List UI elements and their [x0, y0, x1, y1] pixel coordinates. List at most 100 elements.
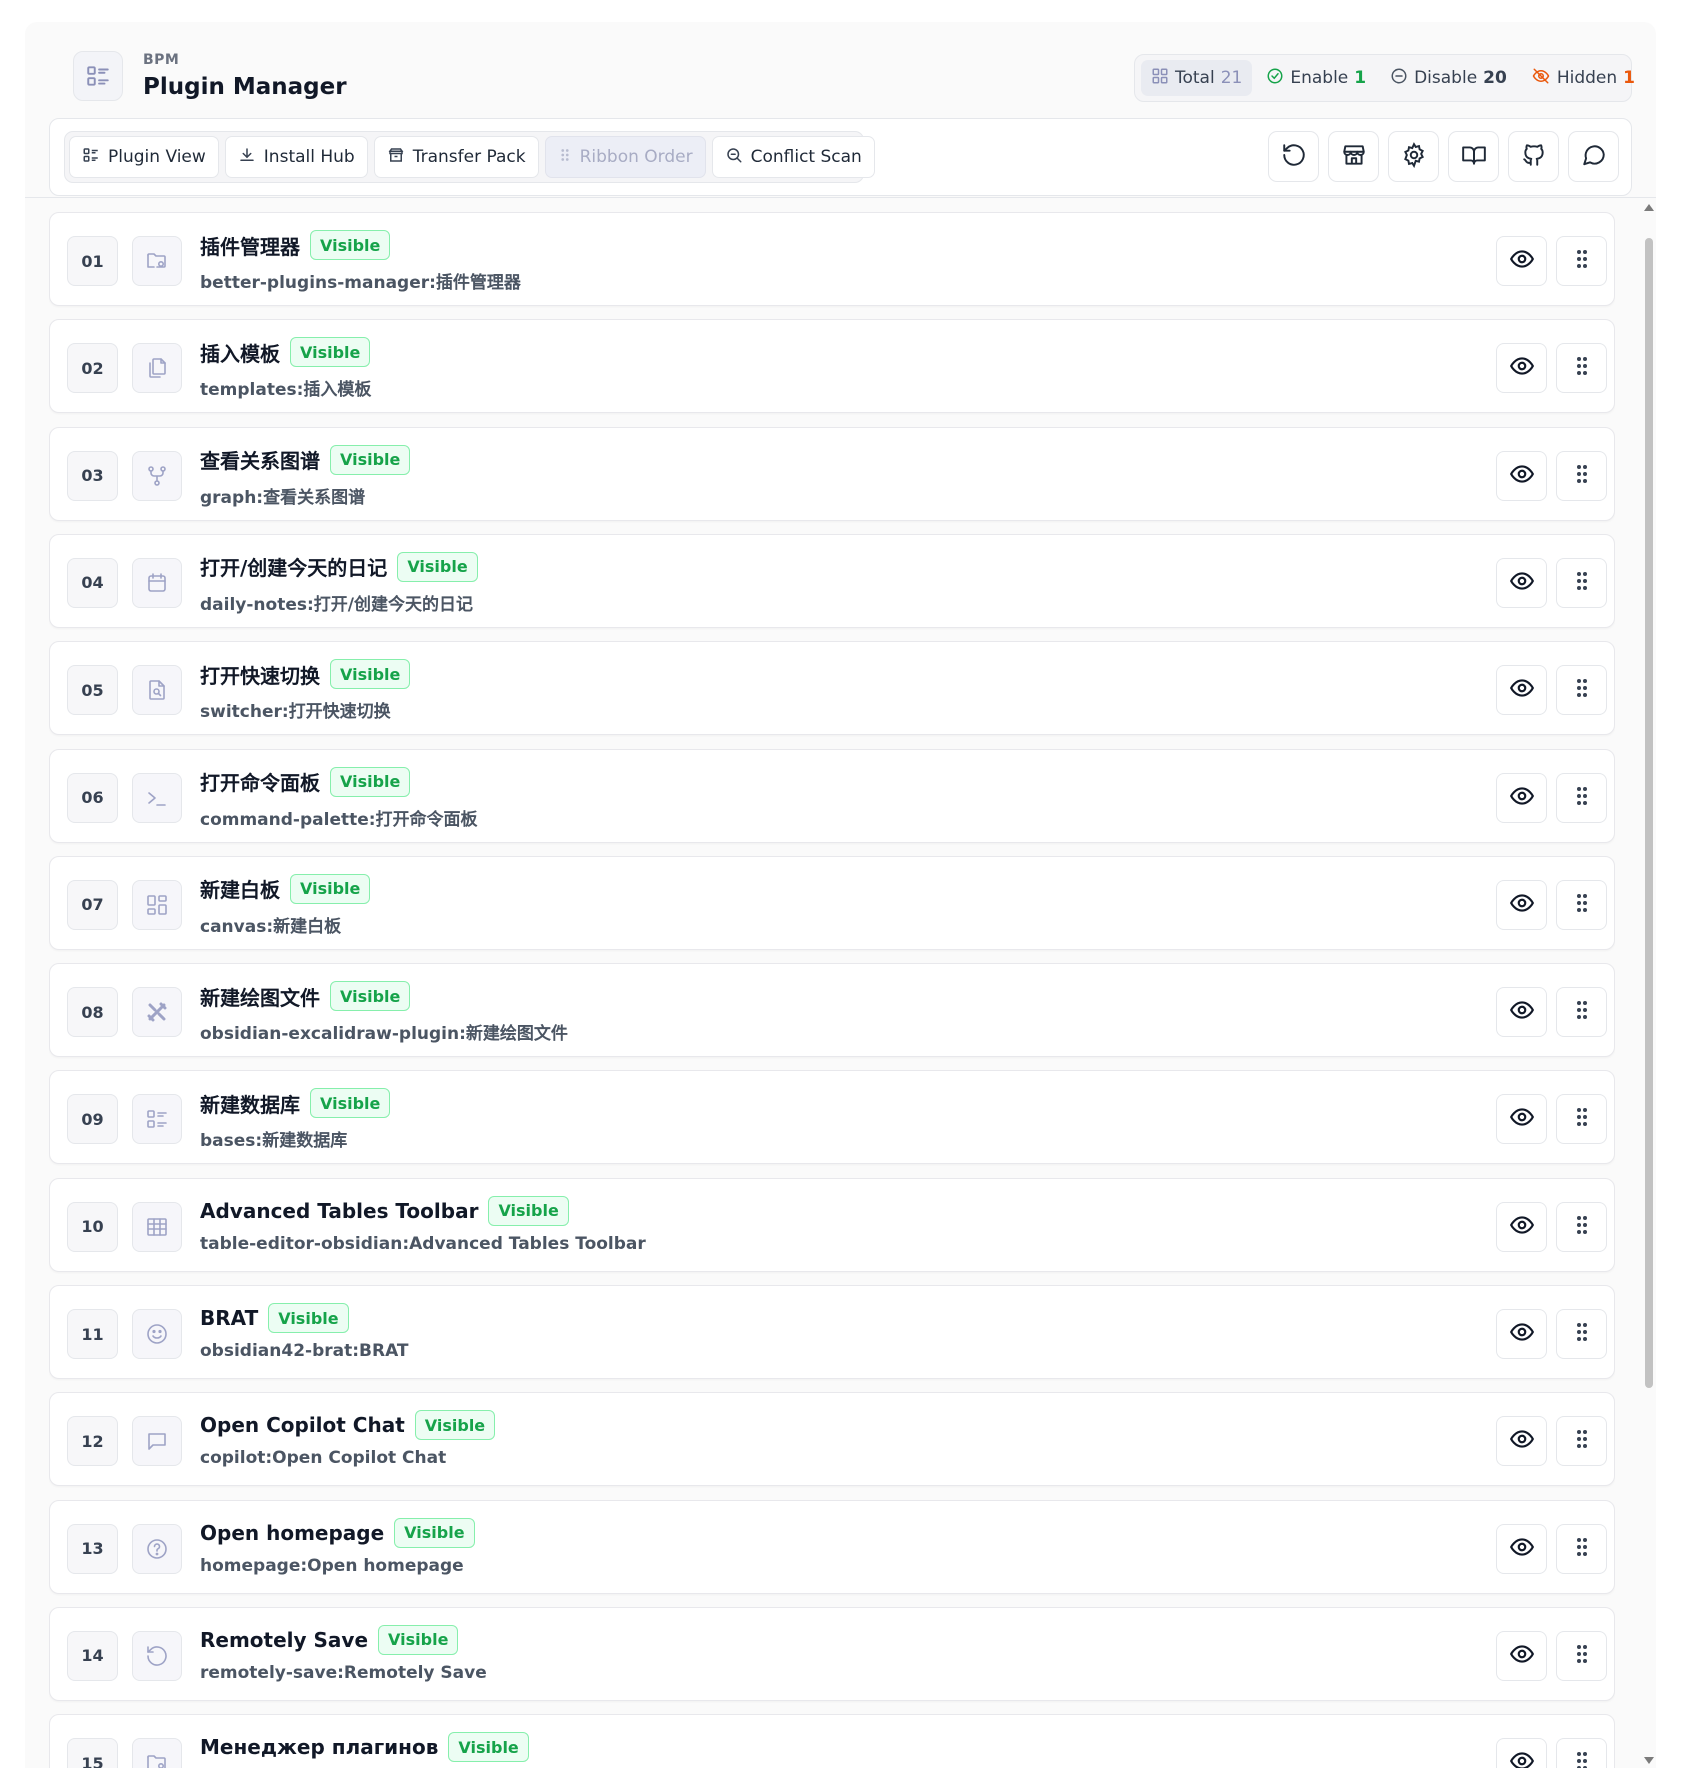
- toggle-visibility-button[interactable]: [1496, 1523, 1547, 1574]
- row-title-line: Remotely Save Visible: [200, 1624, 459, 1655]
- drag-handle[interactable]: [1556, 343, 1607, 394]
- drag-handle[interactable]: [1556, 665, 1607, 716]
- toggle-visibility-button[interactable]: [1496, 557, 1547, 608]
- status-badge: Visible: [378, 1624, 459, 1655]
- grip-icon: [1575, 247, 1589, 275]
- list-item[interactable]: 06 打开命令面板 Visible command-palette:打开命令面板: [49, 748, 1615, 843]
- drag-handle[interactable]: [1556, 1416, 1607, 1467]
- plugin-command-id: bases:新建数据库: [200, 1131, 348, 1152]
- scrollbar[interactable]: [1642, 200, 1654, 1768]
- plugin-command-id: obsidian42-brat:BRAT: [200, 1341, 409, 1361]
- grip-icon: [558, 146, 572, 169]
- refresh-button[interactable]: [1268, 131, 1319, 182]
- stat-total[interactable]: Total 21: [1141, 60, 1253, 96]
- plugin-command-id: remotely-save:Remotely Save: [200, 1662, 487, 1683]
- toggle-visibility-button[interactable]: [1496, 343, 1547, 394]
- toggle-visibility-button[interactable]: [1496, 1309, 1547, 1359]
- page-title: Plugin Manager: [143, 74, 347, 100]
- app-logo-icon: [73, 51, 123, 101]
- tab-install-hub[interactable]: Install Hub: [224, 136, 368, 178]
- folder-cog-icon: [132, 1738, 182, 1768]
- help-circle-icon: [132, 1523, 182, 1574]
- git-fork-icon: [132, 450, 182, 501]
- toggle-visibility-button[interactable]: [1496, 1630, 1547, 1681]
- row-title-line: 新建绘图文件 Visible: [200, 981, 411, 1012]
- drag-handle[interactable]: [1556, 987, 1607, 1038]
- stat-hidden[interactable]: Hidden 1: [1521, 60, 1645, 96]
- tab-plugin-view-label: Plugin View: [108, 147, 206, 167]
- plugin-command-title: 查看关系图谱: [200, 449, 320, 474]
- scroll-up-arrow[interactable]: [1644, 204, 1654, 211]
- list-item[interactable]: 12 Open Copilot Chat Visible copilot:Open C…: [49, 1392, 1615, 1487]
- package-icon: [387, 146, 405, 169]
- list-item[interactable]: 03 查看关系图谱 Visible graph:查看关系图谱: [49, 426, 1615, 521]
- toggle-visibility-button[interactable]: [1496, 236, 1547, 286]
- drag-handle[interactable]: [1556, 1094, 1607, 1145]
- toggle-visibility-button[interactable]: [1496, 879, 1547, 930]
- github-button[interactable]: [1508, 131, 1559, 182]
- tab-ribbon-order[interactable]: Ribbon Order: [544, 136, 706, 178]
- drag-handle[interactable]: [1556, 557, 1607, 608]
- drag-handle[interactable]: [1556, 879, 1607, 930]
- store-button[interactable]: [1328, 131, 1379, 182]
- list-item[interactable]: 01 插件管理器 Visible better-plugins-manager:插件管…: [49, 212, 1615, 306]
- settings-button[interactable]: [1388, 131, 1439, 182]
- row-title-line: BRAT Visible: [200, 1303, 349, 1333]
- list-item[interactable]: 15 Менеджер плагинов Visible: [49, 1714, 1615, 1768]
- plugin-command-id: copilot:Open Copilot Chat: [200, 1448, 447, 1469]
- drag-handle[interactable]: [1556, 236, 1607, 286]
- scroll-thumb[interactable]: [1645, 238, 1653, 1388]
- row-index: 03: [67, 450, 118, 501]
- tool-buttons: [1268, 131, 1619, 182]
- drag-handle[interactable]: [1556, 450, 1607, 501]
- list-item[interactable]: 08 新建绘图文件 Visible obsidian-excalidraw-plugi…: [49, 963, 1615, 1058]
- list-item[interactable]: 09 新建数据库 Visible bases:新建数据库: [49, 1070, 1615, 1165]
- toggle-visibility-button[interactable]: [1496, 1094, 1547, 1145]
- stat-disable[interactable]: Disable 20: [1380, 60, 1517, 96]
- list-item[interactable]: 11 BRAT Visible obsidian42-brat:BRAT: [49, 1285, 1615, 1379]
- scroll-down-arrow[interactable]: [1644, 1757, 1654, 1764]
- toggle-visibility-button[interactable]: [1496, 772, 1547, 823]
- status-badge: Visible: [330, 659, 411, 690]
- list-item[interactable]: 05 打开快速切换 Visible switcher:打开快速切换: [49, 641, 1615, 736]
- toggle-visibility-button[interactable]: [1496, 1201, 1547, 1252]
- toggle-visibility-button[interactable]: [1496, 450, 1547, 501]
- row-index: 09: [67, 1094, 118, 1145]
- grip-icon: [1575, 1535, 1589, 1563]
- tab-ribbon-order-label: Ribbon Order: [579, 147, 693, 167]
- drag-handle[interactable]: [1556, 1523, 1607, 1574]
- drag-handle[interactable]: [1556, 772, 1607, 823]
- toggle-visibility-button[interactable]: [1496, 987, 1547, 1038]
- drag-handle[interactable]: [1556, 1630, 1607, 1681]
- toggle-visibility-button[interactable]: [1496, 1416, 1547, 1467]
- list-item[interactable]: 02 插入模板 Visible templates:插入模板: [49, 319, 1615, 414]
- toggle-visibility-button[interactable]: [1496, 665, 1547, 716]
- row-index: 08: [67, 987, 118, 1038]
- plugin-command-title: Remotely Save: [200, 1627, 369, 1652]
- list-item[interactable]: 07 新建白板 Visible canvas:新建白板: [49, 855, 1615, 950]
- stat-enable[interactable]: Enable 1: [1256, 60, 1376, 96]
- drag-handle[interactable]: [1556, 1201, 1607, 1252]
- book-icon: [1461, 142, 1487, 172]
- tab-transfer-pack[interactable]: Transfer Pack: [373, 136, 539, 178]
- tab-plugin-view[interactable]: Plugin View: [69, 136, 219, 178]
- docs-button[interactable]: [1448, 131, 1499, 182]
- status-badge: Visible: [448, 1732, 529, 1763]
- eye-icon: [1509, 997, 1535, 1027]
- list-item[interactable]: 13 Open homepage Visible homepage:Open home…: [49, 1499, 1615, 1594]
- grip-icon: [1575, 1105, 1589, 1133]
- drag-handle[interactable]: [1556, 1309, 1607, 1359]
- row-title-line: 插件管理器 Visible: [200, 230, 391, 260]
- refresh-icon: [1281, 142, 1307, 172]
- drag-handle[interactable]: [1556, 1738, 1607, 1768]
- row-index: 05: [67, 665, 118, 716]
- list-item[interactable]: 14 Remotely Save Visible remotely-save:Remo…: [49, 1606, 1615, 1701]
- stat-total-label: Total: [1175, 68, 1215, 88]
- list-item[interactable]: 10 Advanced Tables Toolbar Visible table-ed…: [49, 1177, 1615, 1272]
- eye-icon: [1509, 568, 1535, 598]
- tab-conflict-scan[interactable]: Conflict Scan: [711, 136, 875, 178]
- feedback-button[interactable]: [1568, 131, 1619, 182]
- status-badge: Visible: [330, 444, 411, 475]
- list-item[interactable]: 04 打开/创建今天的日记 Visible daily-notes:打开/创建今天的日…: [49, 533, 1615, 628]
- toggle-visibility-button[interactable]: [1496, 1738, 1547, 1768]
